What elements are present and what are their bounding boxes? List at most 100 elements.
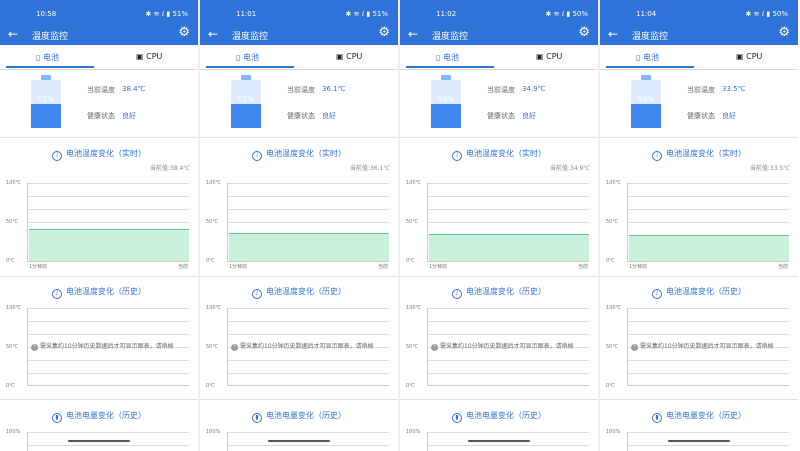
y-label-top: 100℃	[6, 305, 22, 311]
divider	[400, 276, 598, 277]
y-label-bottom: 0℃	[6, 383, 15, 389]
back-arrow-icon[interactable]: ←	[8, 27, 18, 41]
info-icon: !	[31, 344, 38, 351]
battery-fill	[631, 104, 661, 128]
battery-tab-icon: ▯	[436, 53, 441, 62]
back-arrow-icon[interactable]: ←	[208, 27, 218, 41]
current-value-label: 当前值:38.4℃	[149, 165, 190, 172]
tab-bar: ▯ 电池 ▣ CPU	[0, 45, 198, 70]
current-temp-label: 当前温度	[487, 86, 515, 94]
current-value-label: 当前值:36.1℃	[349, 165, 390, 172]
phone-screen-1: 10:58 ✱ ≋ ⅈ ▮ 51% ← 温度监控 ⚙ ▯ 电池 ▣ CPU 51…	[0, 0, 200, 451]
gear-icon[interactable]: ⚙	[778, 25, 790, 40]
cpu-tab-icon: ▣	[536, 52, 544, 61]
battery-icon: ▮	[452, 413, 462, 423]
health-label: 健康状态	[287, 112, 315, 120]
y-label-top: 100%	[606, 429, 621, 435]
y-label-mid: 50℃	[606, 344, 618, 350]
power-chart-title: ▮ 电池电量变化（历史）	[600, 410, 798, 423]
battery-fill	[431, 104, 461, 128]
tab-battery[interactable]: ▯ 电池	[436, 52, 459, 63]
tab-cpu[interactable]: ▣ CPU	[536, 52, 562, 61]
current-temp-label: 当前温度	[287, 86, 315, 94]
gear-icon[interactable]: ⚙	[378, 25, 390, 40]
y-label-top: 100℃	[6, 180, 22, 186]
battery-percent: 51%	[37, 95, 55, 104]
status-time: 11:02	[436, 10, 457, 18]
y-label-mid: 50℃	[6, 344, 18, 350]
divider	[0, 276, 198, 277]
screenshot-strip: 10:58 ✱ ≋ ⅈ ▮ 51% ← 温度监控 ⚙ ▯ 电池 ▣ CPU 51…	[0, 0, 800, 451]
y-label-mid: 50℃	[206, 219, 218, 225]
tab-bar: ▯ 电池 ▣ CPU	[400, 45, 598, 70]
x-label-start: 1分钟前	[29, 264, 48, 270]
home-indicator[interactable]	[668, 440, 730, 442]
divider	[200, 276, 398, 277]
home-indicator[interactable]	[468, 440, 530, 442]
y-label-mid: 50℃	[606, 219, 618, 225]
home-indicator[interactable]	[68, 440, 130, 442]
y-label-bottom: 0℃	[6, 258, 15, 264]
battery-gauge: 51%	[231, 80, 261, 128]
battery-icon: ▮	[252, 413, 262, 423]
cpu-tab-icon: ▣	[136, 52, 144, 61]
current-value-label: 当前值:33.5℃	[749, 165, 790, 172]
thermometer-icon: 𝑙	[52, 151, 62, 161]
phone-screen-4: 11:04 ✱ ≋ ⅈ ▮ 50% ← 温度监控 ⚙ ▯ 电池 ▣ CPU 50…	[600, 0, 798, 451]
x-label-end: 当前	[778, 264, 789, 270]
realtime-temp-band	[629, 235, 789, 261]
page-title: 温度监控	[432, 32, 469, 42]
active-tab-indicator	[406, 66, 494, 68]
y-label-top: 100℃	[606, 180, 622, 186]
current-temp-label: 当前温度	[87, 86, 115, 94]
y-label-bottom: 0℃	[206, 258, 215, 264]
divider	[0, 399, 198, 400]
back-arrow-icon[interactable]: ←	[608, 27, 618, 41]
thermometer-icon: 𝑙	[252, 289, 262, 299]
y-label-top: 100%	[206, 429, 221, 435]
y-label-top: 100%	[406, 429, 421, 435]
battery-tab-icon: ▯	[36, 53, 41, 62]
home-indicator[interactable]	[268, 440, 330, 442]
y-label-bottom: 0℃	[606, 383, 615, 389]
status-time: 11:01	[236, 10, 257, 18]
x-label-start: 1分钟前	[629, 264, 648, 270]
y-label-bottom: 0℃	[406, 258, 415, 264]
tab-cpu[interactable]: ▣ CPU	[736, 52, 762, 61]
tab-battery[interactable]: ▯ 电池	[236, 52, 259, 63]
y-label-bottom: 0℃	[606, 258, 615, 264]
battery-tab-icon: ▯	[636, 53, 641, 62]
history-chart-title: 𝑙 电池温度变化（历史）	[600, 286, 798, 299]
status-time: 11:04	[636, 10, 657, 18]
tab-cpu[interactable]: ▣ CPU	[336, 52, 362, 61]
health-label: 健康状态	[687, 112, 715, 120]
health-label: 健康状态	[487, 112, 515, 120]
battery-percent: 51%	[237, 95, 255, 104]
active-tab-indicator	[6, 66, 94, 68]
tab-battery[interactable]: ▯ 电池	[636, 52, 659, 63]
history-chart-title: 𝑙 电池温度变化（历史）	[400, 286, 598, 299]
y-label-top: 100%	[6, 429, 21, 435]
phone-screen-3: 11:02 ✱ ≋ ⅈ ▮ 50% ← 温度监控 ⚙ ▯ 电池 ▣ CPU 50…	[400, 0, 600, 451]
back-arrow-icon[interactable]: ←	[408, 27, 418, 41]
x-label-end: 当前	[378, 264, 389, 270]
thermometer-icon: 𝑙	[52, 289, 62, 299]
battery-fill	[31, 103, 61, 128]
tab-cpu[interactable]: ▣ CPU	[136, 52, 162, 61]
app-header: 11:04 ✱ ≋ ⅈ ▮ 50% ← 温度监控 ⚙	[600, 0, 798, 45]
battery-gauge: 50%	[631, 80, 661, 128]
current-temp-value: 38.4℃	[122, 85, 146, 93]
thermometer-icon: 𝑙	[652, 151, 662, 161]
tab-battery[interactable]: ▯ 电池	[36, 52, 59, 63]
y-label-bottom: 0℃	[206, 383, 215, 389]
current-temp-label: 当前温度	[687, 86, 715, 94]
y-label-bottom: 0℃	[406, 383, 415, 389]
battery-icon: ▮	[52, 413, 62, 423]
x-label-end: 当前	[578, 264, 589, 270]
gear-icon[interactable]: ⚙	[578, 25, 590, 40]
realtime-temp-band	[229, 233, 389, 261]
history-notice: ! 需采集约10分钟历史数据后才可显示图表，请稍候	[431, 341, 591, 351]
realtime-chart	[627, 183, 789, 262]
gear-icon[interactable]: ⚙	[178, 25, 190, 40]
active-tab-indicator	[606, 66, 694, 68]
